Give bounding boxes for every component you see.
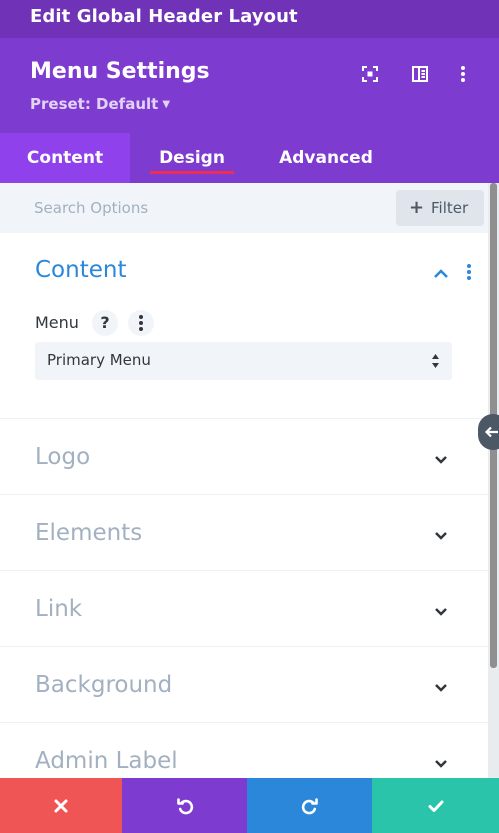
redo-button[interactable]	[247, 778, 372, 833]
settings-panel: Content Menu ? Primary Menu Logo Element…	[0, 233, 488, 778]
discard-button[interactable]	[0, 778, 122, 833]
window-title: Edit Global Header Layout	[30, 6, 298, 27]
filter-label: Filter	[431, 199, 469, 217]
toggle-logo-title: Logo	[35, 444, 91, 470]
settings-tabs: Content Design Advanced	[0, 133, 499, 183]
toggle-elements[interactable]: Elements	[0, 495, 488, 571]
redo-icon	[301, 797, 318, 814]
filter-button[interactable]: + Filter	[396, 190, 484, 226]
discard-icon	[54, 799, 68, 812]
tab-hover-underline	[150, 171, 234, 174]
search-input[interactable]	[20, 191, 380, 225]
section-options-icon[interactable]	[464, 263, 474, 281]
toggle-background-title: Background	[35, 672, 173, 698]
more-vertical-icon[interactable]	[453, 64, 473, 84]
toggle-elements-title: Elements	[35, 520, 143, 546]
tab-design[interactable]: Design	[150, 133, 234, 183]
menu-field-label: Menu	[35, 313, 79, 332]
toggle-background[interactable]: Background	[0, 647, 488, 723]
undo-icon	[176, 797, 193, 814]
settings-header: Menu Settings Preset: Default ▼	[0, 38, 499, 133]
module-title: Menu Settings	[30, 59, 210, 84]
sidebar-layout-icon[interactable]	[410, 64, 430, 84]
chevron-down-icon[interactable]	[433, 451, 449, 464]
arrow-left-icon	[484, 426, 498, 438]
tab-content-label: Content	[26, 148, 104, 168]
caret-down-icon: ▼	[162, 99, 171, 110]
chevron-down-icon[interactable]	[433, 527, 449, 540]
toggle-content-title[interactable]: Content	[35, 257, 126, 283]
toggle-admin-label[interactable]: Admin Label	[0, 723, 488, 778]
tab-content[interactable]: Content	[0, 133, 130, 183]
panel-resize-handle[interactable]	[478, 414, 499, 450]
tab-advanced-label: Advanced	[279, 148, 373, 168]
menu-select-value: Primary Menu	[47, 351, 151, 369]
field-options-icon[interactable]	[128, 310, 154, 336]
expand-icon[interactable]	[360, 64, 380, 84]
help-icon[interactable]: ?	[92, 310, 118, 336]
tab-advanced[interactable]: Advanced	[270, 133, 382, 183]
chevron-down-icon[interactable]	[433, 603, 449, 616]
action-bar	[0, 778, 499, 833]
chevron-down-icon[interactable]	[433, 755, 449, 768]
save-check-icon	[428, 800, 443, 812]
toggle-logo[interactable]: Logo	[0, 419, 488, 495]
undo-button[interactable]	[122, 778, 247, 833]
toggle-link[interactable]: Link	[0, 571, 488, 647]
window-title-bar: Edit Global Header Layout	[0, 0, 499, 38]
scrollbar[interactable]	[488, 183, 499, 778]
toggle-link-title: Link	[35, 596, 83, 622]
plus-icon: +	[409, 197, 425, 218]
tab-design-label: Design	[159, 148, 225, 168]
preset-label: Preset: Default	[30, 95, 159, 113]
toggle-admin-label-title: Admin Label	[35, 748, 178, 774]
search-bar: + Filter	[0, 183, 488, 233]
chevron-up-icon[interactable]	[432, 265, 450, 279]
toggle-content: Content Menu ? Primary Menu	[0, 233, 488, 419]
save-button[interactable]	[372, 778, 499, 833]
chevron-down-icon[interactable]	[433, 679, 449, 692]
select-arrows-icon	[432, 354, 439, 368]
menu-select[interactable]: Primary Menu	[35, 342, 452, 380]
preset-dropdown[interactable]: Preset: Default ▼	[30, 95, 170, 113]
